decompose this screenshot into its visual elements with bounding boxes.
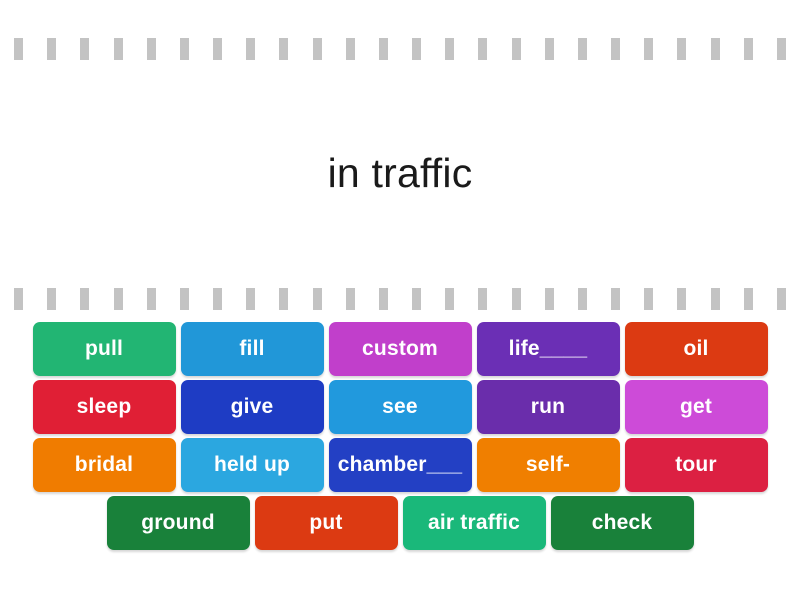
- answer-tile[interactable]: life____: [476, 322, 620, 376]
- separator-dash: [213, 288, 223, 310]
- separator-dash: [611, 38, 621, 60]
- activity-stage: in traffic pull fill custom life____ oil slee…: [0, 0, 800, 600]
- answer-tile[interactable]: give: [180, 380, 324, 434]
- separator-dash: [677, 38, 687, 60]
- separator-dash: [213, 38, 223, 60]
- answer-tile[interactable]: tour: [624, 438, 768, 492]
- answer-tile[interactable]: ground: [106, 496, 250, 550]
- tile-row: pull fill custom life____ oil: [32, 322, 768, 376]
- separator-dash: [445, 38, 455, 60]
- answer-tile[interactable]: sleep: [32, 380, 176, 434]
- separator-dash: [246, 38, 256, 60]
- separator-dash: [776, 288, 786, 310]
- separator-dash: [710, 288, 720, 310]
- separator-dash: [146, 288, 156, 310]
- answer-tile[interactable]: held up: [180, 438, 324, 492]
- separator-dash: [577, 288, 587, 310]
- answer-tile-board: pull fill custom life____ oil sleep give see run…: [0, 322, 800, 572]
- separator-dash: [179, 288, 189, 310]
- separator-dash: [445, 288, 455, 310]
- separator-dash: [412, 288, 422, 310]
- separator-dash: [743, 288, 753, 310]
- answer-tile[interactable]: air traffic: [402, 496, 546, 550]
- tile-row: bridal held up chamber___ self-tour: [32, 438, 768, 492]
- separator-dash: [279, 288, 289, 310]
- separator-dash: [644, 38, 654, 60]
- answer-tile[interactable]: fill: [180, 322, 324, 376]
- separator-dash: [577, 38, 587, 60]
- separator-dash: [743, 38, 753, 60]
- answer-tile[interactable]: self-: [476, 438, 620, 492]
- separator-dash: [644, 288, 654, 310]
- separator-dash: [412, 38, 422, 60]
- tile-row: sleep give see run get: [32, 380, 768, 434]
- separator-dash: [345, 288, 355, 310]
- separator-dash: [279, 38, 289, 60]
- prompt-text: in traffic: [327, 150, 473, 197]
- separator-dash: [544, 38, 554, 60]
- separator-dash: [80, 38, 90, 60]
- answer-tile[interactable]: custom: [328, 322, 472, 376]
- answer-tile[interactable]: chamber___: [328, 438, 472, 492]
- separator-dash: [14, 38, 23, 60]
- answer-tile[interactable]: oil: [624, 322, 768, 376]
- answer-tile[interactable]: check: [550, 496, 694, 550]
- answer-tile[interactable]: see: [328, 380, 472, 434]
- answer-tile[interactable]: run: [476, 380, 620, 434]
- separator-dash: [776, 38, 786, 60]
- prompt-area: in traffic: [0, 62, 800, 286]
- separator-dash: [710, 38, 720, 60]
- separator-dash: [478, 288, 488, 310]
- separator-dash: [80, 288, 90, 310]
- separator-dash: [378, 38, 388, 60]
- separator-rail-top: [14, 38, 786, 60]
- separator-dash: [378, 288, 388, 310]
- answer-tile[interactable]: put: [254, 496, 398, 550]
- separator-dash: [146, 38, 156, 60]
- separator-dash: [677, 288, 687, 310]
- separator-dash: [345, 38, 355, 60]
- separator-dash: [312, 288, 322, 310]
- separator-dash: [511, 38, 521, 60]
- answer-tile[interactable]: pull: [32, 322, 176, 376]
- separator-dash: [611, 288, 621, 310]
- separator-dash: [47, 38, 57, 60]
- separator-dash: [544, 288, 554, 310]
- answer-tile[interactable]: bridal: [32, 438, 176, 492]
- separator-dash: [14, 288, 23, 310]
- separator-dash: [179, 38, 189, 60]
- separator-dash: [113, 288, 123, 310]
- answer-tile[interactable]: get: [624, 380, 768, 434]
- separator-dash: [511, 288, 521, 310]
- separator-rail-bottom: [14, 288, 786, 310]
- separator-dash: [47, 288, 57, 310]
- separator-dash: [478, 38, 488, 60]
- tile-row: ground put air traffic check: [106, 496, 694, 550]
- separator-dash: [113, 38, 123, 60]
- separator-dash: [312, 38, 322, 60]
- separator-dash: [246, 288, 256, 310]
